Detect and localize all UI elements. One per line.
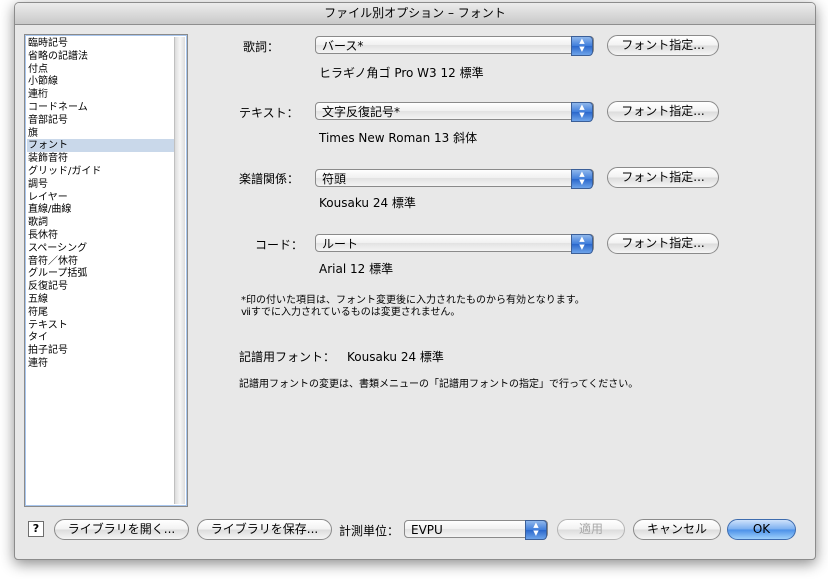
category-item[interactable]: 連桁	[27, 88, 174, 101]
category-item[interactable]: 付点	[27, 63, 174, 76]
cancel-button[interactable]: キャンセル	[633, 519, 721, 540]
category-item[interactable]: 拍子記号	[27, 344, 174, 357]
category-item[interactable]: テキスト	[27, 319, 174, 332]
lyrics-font-info: ヒラギノ角ゴ Pro W3 12 標準	[319, 66, 484, 80]
category-item[interactable]: フォント	[27, 139, 174, 153]
row-label-chord: コード：	[255, 238, 304, 252]
category-item[interactable]: 長休符	[27, 229, 174, 242]
category-item[interactable]: タイ	[27, 331, 174, 344]
category-item[interactable]: スペーシング	[27, 242, 174, 255]
units-select[interactable]: EVPU ▲ ▼	[404, 520, 548, 540]
chord-font-info: Arial 12 標準	[319, 262, 394, 276]
ok-button[interactable]: OK	[727, 519, 796, 540]
category-item[interactable]: 音部記号	[27, 114, 174, 127]
category-item[interactable]: 小節線	[27, 75, 174, 88]
chevron-updown-icon: ▲ ▼	[571, 234, 593, 254]
row-label-music: 楽譜関係：	[239, 172, 300, 186]
category-item[interactable]: グループ括弧	[27, 267, 174, 280]
music-font-info: Kousaku 24 標準	[319, 196, 416, 210]
save-library-button[interactable]: ライブラリを保存...	[197, 519, 332, 540]
chord-font-button[interactable]: フォント指定...	[607, 233, 719, 254]
row-label-lyrics: 歌詞：	[243, 40, 280, 54]
text-font-button[interactable]: フォント指定...	[607, 101, 719, 122]
options-dialog: ファイル別オプション – フォント 臨時記号 省略の記譜法 付点 小節線 連桁 コードネー…	[14, 2, 816, 560]
category-item[interactable]: コードネーム	[27, 101, 174, 114]
chevron-updown-icon: ▲ ▼	[571, 102, 593, 122]
category-item[interactable]: 五線	[27, 293, 174, 306]
category-item[interactable]: グリッド/ガイド	[27, 165, 174, 178]
category-item[interactable]: 連符	[27, 357, 174, 370]
open-library-button[interactable]: ライブラリを開く...	[54, 519, 189, 540]
category-item[interactable]: 省略の記譜法	[27, 50, 174, 63]
text-font-select[interactable]: 文字反復記号* ▲ ▼	[315, 102, 594, 122]
chord-font-select[interactable]: ルート ▲ ▼	[315, 234, 594, 254]
note-line-2: ⅶすでに入力されているものは変更されません。	[241, 307, 461, 318]
music-font-button[interactable]: フォント指定...	[607, 167, 719, 188]
row-label-text: テキスト：	[239, 106, 299, 120]
chevron-updown-icon: ▲ ▼	[525, 520, 547, 540]
category-item[interactable]: 音符／休符	[27, 255, 174, 268]
units-label: 計測単位：	[339, 524, 400, 538]
apply-button[interactable]: 適用	[557, 519, 625, 540]
notation-font-label: 記譜用フォント：	[239, 350, 336, 364]
category-item[interactable]: 符尾	[27, 306, 174, 319]
text-font-info: Times New Roman 13 斜体	[319, 131, 478, 145]
category-item[interactable]: 歌詞	[27, 216, 174, 229]
category-item[interactable]: 旗	[27, 127, 174, 140]
lyrics-font-select[interactable]: バース* ▲ ▼	[315, 36, 594, 56]
music-font-select[interactable]: 符頭 ▲ ▼	[315, 169, 594, 189]
category-item[interactable]: レイヤー	[27, 191, 174, 204]
category-item[interactable]: 装飾音符	[27, 152, 174, 165]
lyrics-font-button[interactable]: フォント指定...	[607, 35, 719, 56]
help-button[interactable]: ?	[28, 521, 44, 537]
category-item[interactable]: 調号	[27, 178, 174, 191]
notation-font-note: 記譜用フォントの変更は、書類メニューの「記譜用フォントの指定」で行ってください。	[239, 379, 639, 390]
notation-font-value: Kousaku 24 標準	[347, 350, 444, 364]
category-item[interactable]: 反復記号	[27, 280, 174, 293]
list-scrollbar[interactable]	[174, 37, 185, 504]
category-list[interactable]: 臨時記号 省略の記譜法 付点 小節線 連桁 コードネーム 音部記号旗フォント 装飾音符 グリッド…	[24, 34, 188, 507]
category-item[interactable]: 臨時記号	[27, 37, 174, 50]
window-title: ファイル別オプション – フォント	[15, 3, 815, 25]
category-item[interactable]: 直線/曲線	[27, 203, 174, 216]
chevron-updown-icon: ▲ ▼	[571, 169, 593, 189]
chevron-updown-icon: ▲ ▼	[571, 36, 593, 56]
